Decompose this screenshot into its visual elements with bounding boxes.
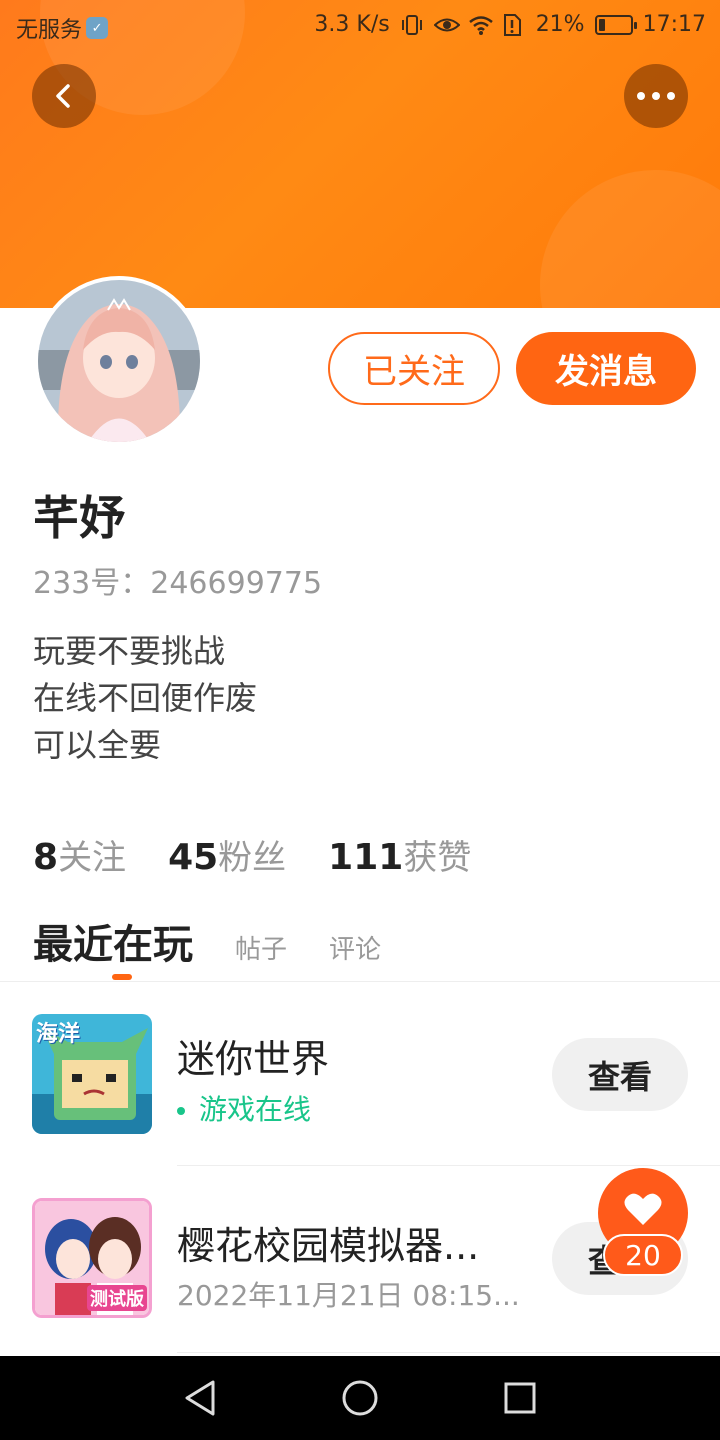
game-title: 迷你世界 — [177, 1037, 330, 1081]
circle-home-icon — [342, 1380, 378, 1416]
bio-line: 玩要不要挑战 — [33, 632, 226, 670]
game-icon: 测试版 — [32, 1198, 152, 1318]
triangle-back-icon — [185, 1380, 215, 1416]
battery-level — [598, 18, 605, 31]
clock: 17:17 — [642, 12, 706, 37]
divider — [177, 1165, 720, 1166]
chevron-left-icon — [56, 84, 70, 108]
game-title: 樱花校园模拟器... — [177, 1224, 480, 1268]
battery-icon — [594, 14, 637, 35]
stat-value: 111 — [328, 837, 404, 878]
shield-icon: ✓ — [86, 17, 109, 39]
bio-line: 在线不回便作废 — [33, 679, 258, 717]
carrier-label: 无服务 — [16, 18, 83, 43]
send-message-button[interactable]: 发消息 — [516, 332, 696, 405]
like-count-badge: 20 — [603, 1234, 683, 1276]
nav-recents-button[interactable] — [498, 1376, 542, 1420]
avatar-image — [38, 280, 200, 442]
stat-value: 45 — [168, 837, 219, 878]
stat-following[interactable]: 8关注 — [33, 830, 126, 879]
status-bar: 无服务 ✓ 3.3 K/s 21% 17:17 — [0, 0, 720, 50]
nav-home-button[interactable] — [338, 1376, 382, 1420]
heart-icon — [624, 1193, 662, 1225]
avatar[interactable] — [34, 276, 204, 446]
game-icon-label: 海洋 — [36, 1022, 81, 1047]
divider — [0, 981, 720, 982]
bio: 玩要不要挑战 在线不回便作废 可以全要 — [33, 628, 257, 769]
stat-fans[interactable]: 45粉丝 — [168, 830, 286, 879]
divider — [177, 1352, 720, 1353]
stat-likes[interactable]: 111获赞 — [328, 830, 471, 879]
profile-tabs: 最近在玩 帖子 评论 — [33, 912, 381, 970]
sim-alert-icon — [502, 13, 526, 36]
square-recents-icon — [504, 1382, 536, 1414]
system-navigation-bar — [0, 1356, 720, 1440]
network-speed: 3.3 K/s — [314, 12, 390, 37]
stat-value: 8 — [33, 837, 59, 878]
vibrate-icon — [400, 14, 424, 36]
game-icon-label: 测试版 — [87, 1285, 147, 1311]
bio-line: 可以全要 — [33, 726, 162, 764]
username: 芊妤 — [33, 491, 125, 545]
view-button[interactable]: 查看 — [552, 1038, 688, 1111]
stat-label: 获赞 — [403, 838, 472, 878]
last-played-time: 2022年11月21日 08:15... — [177, 1279, 520, 1312]
game-status: 游戏在线 — [177, 1088, 311, 1128]
tab-posts[interactable]: 帖子 — [235, 929, 287, 966]
game-icon: 海洋 — [32, 1014, 152, 1134]
tab-recently-played[interactable]: 最近在玩 — [33, 912, 193, 970]
more-dots-icon — [637, 92, 675, 100]
stat-label: 粉丝 — [218, 838, 287, 878]
user-id: 233号：246699775 — [33, 566, 323, 601]
tab-comments[interactable]: 评论 — [329, 929, 381, 966]
back-button[interactable] — [32, 64, 96, 128]
battery-percent: 21% — [535, 12, 585, 37]
banner-decoration — [540, 170, 720, 308]
active-tab-indicator — [112, 974, 132, 980]
more-options-button[interactable] — [624, 64, 688, 128]
game-status-text: 游戏在线 — [199, 1093, 312, 1126]
followed-button[interactable]: 已关注 — [328, 332, 500, 405]
stats-row: 8关注 45粉丝 111获赞 — [33, 830, 471, 879]
eye-icon — [433, 14, 461, 36]
nav-back-button[interactable] — [178, 1376, 222, 1420]
wifi-icon — [468, 14, 493, 36]
online-indicator — [177, 1107, 185, 1115]
stat-label: 关注 — [58, 838, 127, 878]
